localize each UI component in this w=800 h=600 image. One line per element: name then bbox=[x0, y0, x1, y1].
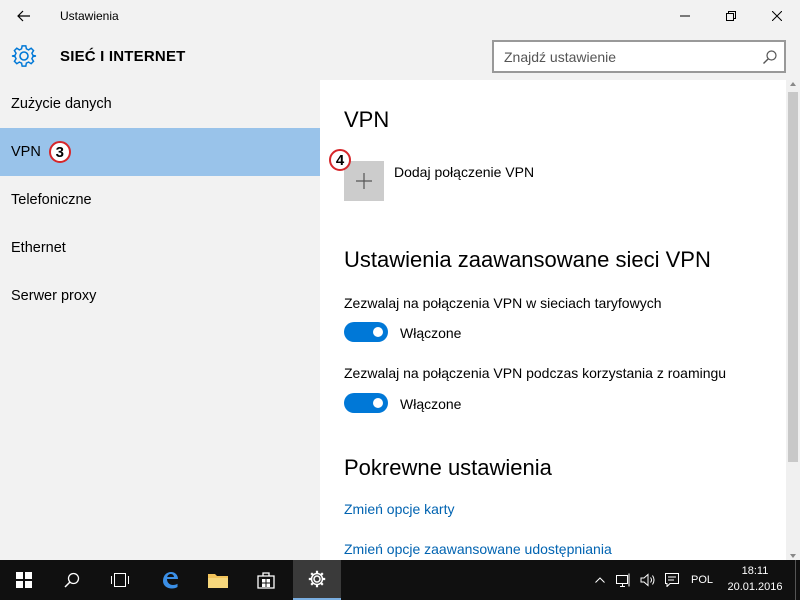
sidebar-item-label: Telefoniczne bbox=[11, 192, 92, 208]
add-vpn-button[interactable] bbox=[344, 161, 384, 201]
scroll-up-icon[interactable] bbox=[790, 82, 796, 86]
notifications-tray-button[interactable] bbox=[661, 560, 683, 600]
step-badge-4: 4 bbox=[329, 149, 351, 171]
close-button[interactable] bbox=[754, 0, 800, 32]
minimize-button[interactable] bbox=[662, 0, 708, 32]
window-title: Ustawienia bbox=[60, 9, 119, 23]
roaming-toggle[interactable] bbox=[344, 393, 388, 413]
taskbar: POL 18:11 20.01.2016 bbox=[0, 560, 800, 600]
clock-time: 18:11 bbox=[741, 565, 769, 577]
vpn-title: VPN bbox=[344, 107, 390, 132]
roaming-setting-label: Zezwalaj na połączenia VPN podczas korzy… bbox=[344, 365, 727, 381]
task-view-icon bbox=[111, 573, 129, 587]
close-icon bbox=[772, 11, 782, 21]
edge-browser-button[interactable] bbox=[146, 560, 194, 600]
change-advanced-sharing-link[interactable]: Zmień opcje zaawansowane udostępniania bbox=[344, 541, 612, 557]
gear-icon bbox=[11, 45, 37, 67]
network-icon bbox=[616, 573, 630, 587]
plus-icon bbox=[356, 173, 372, 189]
minimize-icon bbox=[680, 15, 690, 17]
sidebar-item-dial-up[interactable]: Telefoniczne bbox=[0, 176, 320, 224]
sidebar-item-vpn[interactable]: VPN 3 bbox=[0, 128, 320, 176]
edge-icon bbox=[163, 572, 178, 589]
sidebar-item-data-usage[interactable]: Zużycie danych bbox=[0, 80, 320, 128]
clock-date: 20.01.2016 bbox=[727, 581, 783, 593]
task-view-button[interactable] bbox=[96, 560, 144, 600]
language-indicator[interactable]: POL bbox=[686, 560, 718, 600]
store-bag-icon bbox=[257, 572, 275, 589]
content-pane: VPN 4 Dodaj połączenie VPN Ustawienia za… bbox=[320, 80, 786, 560]
step-badge-3: 3 bbox=[48, 141, 71, 163]
store-button[interactable] bbox=[242, 560, 290, 600]
metered-toggle-state: Włączone bbox=[400, 325, 462, 341]
start-button[interactable] bbox=[0, 560, 48, 600]
file-explorer-button[interactable] bbox=[194, 560, 242, 600]
toggle-knob bbox=[373, 398, 383, 408]
toggle-knob bbox=[373, 327, 383, 337]
search-placeholder: Znajdź ustawienie bbox=[504, 49, 617, 65]
page-heading: SIEĆ I INTERNET bbox=[60, 48, 186, 65]
sidebar-item-label: Ethernet bbox=[11, 240, 66, 256]
show-desktop-button[interactable] bbox=[795, 560, 800, 600]
back-button[interactable] bbox=[4, 0, 44, 32]
search-icon bbox=[64, 572, 80, 588]
folder-icon bbox=[208, 574, 228, 588]
gear-icon bbox=[308, 570, 326, 588]
restore-icon bbox=[726, 11, 736, 21]
search-taskbar-button[interactable] bbox=[48, 560, 96, 600]
search-icon bbox=[763, 50, 777, 64]
network-tray-button[interactable] bbox=[613, 560, 635, 600]
sidebar-item-label: Serwer proxy bbox=[11, 288, 97, 304]
windows-logo-icon bbox=[16, 572, 32, 588]
add-vpn-label[interactable]: Dodaj połączenie VPN bbox=[394, 164, 534, 180]
scroll-down-icon[interactable] bbox=[790, 554, 796, 558]
sidebar-item-label: VPN bbox=[11, 144, 41, 160]
advanced-settings-title: Ustawienia zaawansowane sieci VPN bbox=[344, 247, 711, 272]
action-center-icon bbox=[665, 573, 679, 587]
title-bar: Ustawienia bbox=[0, 0, 800, 32]
clock[interactable]: 18:11 20.01.2016 bbox=[722, 563, 788, 595]
metered-toggle[interactable] bbox=[344, 322, 388, 342]
chevron-up-icon bbox=[595, 577, 605, 583]
sidebar-item-proxy[interactable]: Serwer proxy bbox=[0, 272, 320, 320]
back-arrow-icon bbox=[17, 10, 30, 22]
volume-tray-button[interactable] bbox=[637, 560, 659, 600]
settings-header: SIEĆ I INTERNET Znajdź ustawienie bbox=[0, 32, 800, 80]
sidebar-item-ethernet[interactable]: Ethernet bbox=[0, 224, 320, 272]
metered-setting-label: Zezwalaj na połączenia VPN w sieciach ta… bbox=[344, 295, 662, 311]
settings-taskbar-button[interactable] bbox=[293, 560, 341, 600]
restore-button[interactable] bbox=[708, 0, 754, 32]
speaker-icon bbox=[640, 573, 655, 587]
roaming-toggle-state: Włączone bbox=[400, 396, 462, 412]
content-scrollbar[interactable] bbox=[786, 80, 800, 560]
sidebar: Zużycie danych VPN 3 Telefoniczne Ethern… bbox=[0, 80, 320, 560]
search-input[interactable]: Znajdź ustawienie bbox=[492, 40, 786, 73]
show-hidden-icons-button[interactable] bbox=[590, 560, 610, 600]
change-adapter-options-link[interactable]: Zmień opcje karty bbox=[344, 501, 454, 517]
scroll-thumb[interactable] bbox=[788, 92, 798, 462]
related-settings-title: Pokrewne ustawienia bbox=[344, 455, 552, 480]
sidebar-item-label: Zużycie danych bbox=[11, 96, 112, 112]
